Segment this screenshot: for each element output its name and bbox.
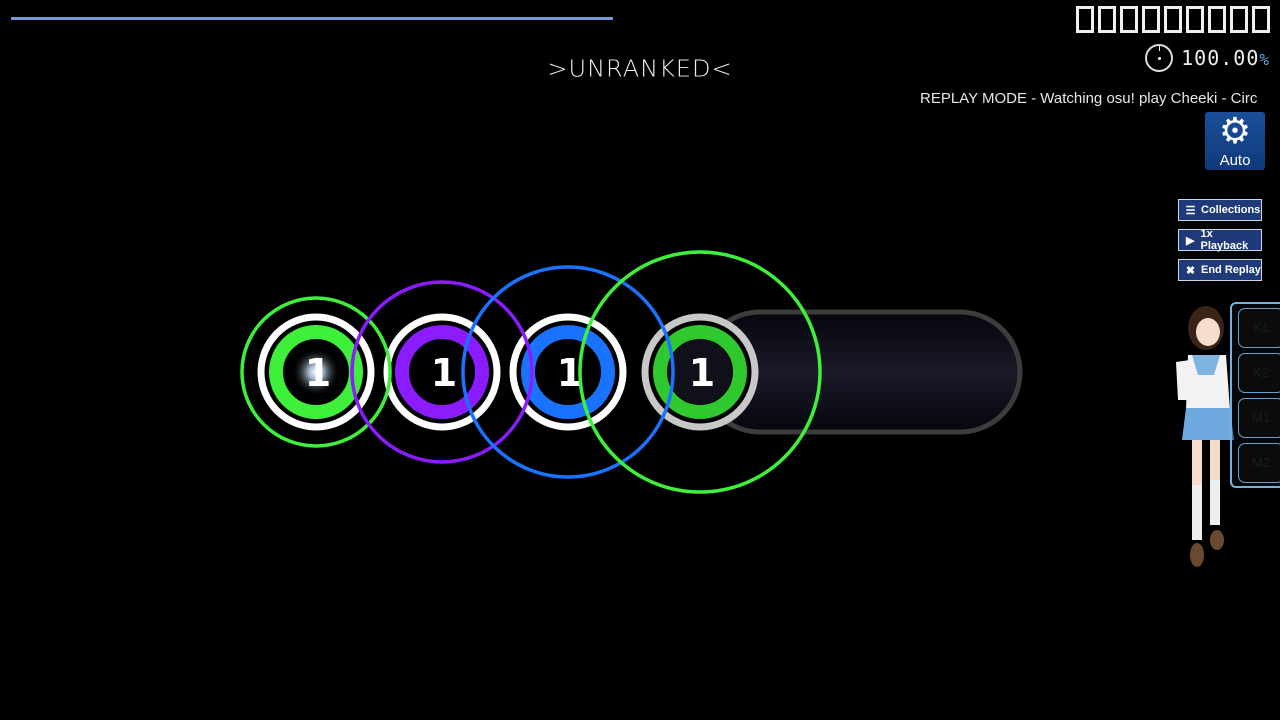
slider-head[interactable]: 1 — [641, 313, 759, 431]
hit-circle[interactable]: 1 — [383, 313, 501, 431]
combo-number: 1 — [431, 351, 457, 395]
combo-number: 1 — [689, 351, 715, 395]
hit-circle[interactable]: 1 — [257, 313, 375, 431]
combo-number: 1 — [305, 351, 331, 395]
playfield[interactable]: 1 1 1 1 — [0, 0, 1280, 720]
hit-circle[interactable]: 1 — [509, 313, 627, 431]
